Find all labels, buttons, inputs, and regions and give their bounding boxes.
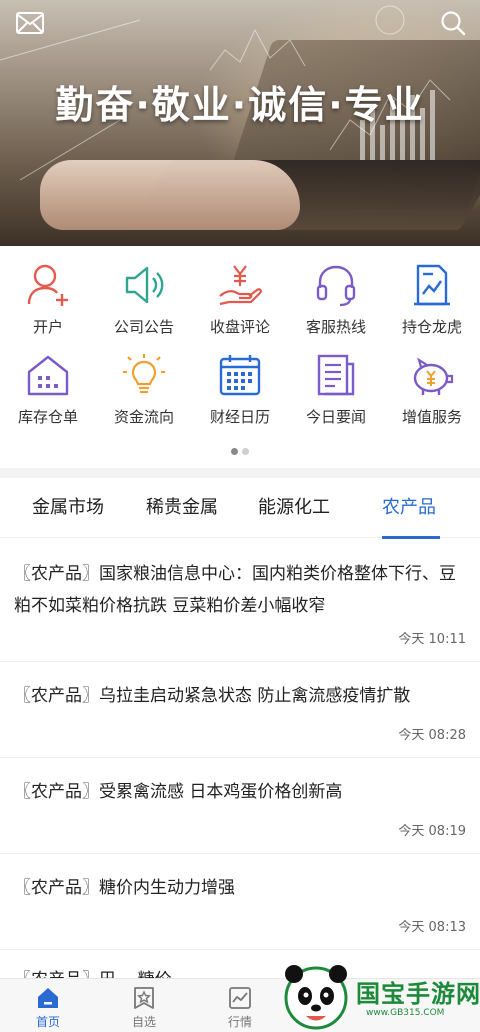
bulb-icon bbox=[123, 354, 165, 394]
news-time: 今天 08:13 bbox=[398, 920, 466, 935]
speaker-icon bbox=[125, 266, 164, 304]
user-add-icon bbox=[27, 264, 68, 306]
tabbar-label: 行情 bbox=[227, 1015, 252, 1029]
grid-item-value-added[interactable]: 增值服务 bbox=[384, 348, 480, 434]
news-time: 今天 08:19 bbox=[398, 824, 466, 839]
grid-item-label: 财经日历 bbox=[209, 408, 270, 426]
active-tab-indicator bbox=[382, 536, 440, 539]
section-divider bbox=[0, 468, 480, 478]
news-title: 〖农产品〗受累禽流感 日本鸡蛋价格创新高 bbox=[14, 782, 343, 802]
grid-item-label: 今日要闻 bbox=[305, 408, 366, 426]
news-item[interactable]: 〖农产品〗国家粮油信息中心：国内粕类价格整体下行、豆粕不如菜粕价格抗跌 豆菜粕价… bbox=[0, 540, 480, 662]
tab-energy-chemical[interactable]: 能源化工 bbox=[258, 478, 330, 538]
star-icon bbox=[134, 987, 154, 1009]
grid-item-label: 客服热线 bbox=[305, 318, 366, 336]
home-icon bbox=[38, 988, 58, 1008]
grid-item-label: 开户 bbox=[32, 318, 63, 336]
grid-item-inventory-receipt[interactable]: 库存仓单 bbox=[0, 348, 96, 434]
grid-item-label: 持仓龙虎 bbox=[401, 318, 462, 336]
hand-yen-icon bbox=[219, 265, 262, 306]
chart-doc-icon bbox=[414, 264, 450, 306]
grid-item-closing-review[interactable]: 收盘评论 bbox=[192, 258, 288, 344]
grid-item-capital-flow[interactable]: 资金流向 bbox=[96, 348, 192, 434]
tab-precious-metals[interactable]: 稀贵金属 bbox=[146, 478, 218, 538]
news-item[interactable]: 〖农产品〗受累禽流感 日本鸡蛋价格创新高 今天 08:19 bbox=[0, 758, 480, 854]
calendar-icon bbox=[219, 355, 261, 396]
grid-item-position-ranking[interactable]: 持仓龙虎 bbox=[384, 258, 480, 344]
tabbar-quotes[interactable]: 行情 bbox=[200, 979, 280, 1032]
mail-icon[interactable] bbox=[16, 12, 44, 34]
grid-item-label: 库存仓单 bbox=[17, 408, 78, 426]
news-title: 〖农产品〗国家粮油信息中心：国内粕类价格整体下行、豆粕不如菜粕价格抗跌 豆菜粕价… bbox=[14, 564, 456, 616]
tabbar-home[interactable]: 首页 bbox=[8, 979, 88, 1032]
warehouse-icon bbox=[27, 355, 69, 396]
category-tabs: 金属市场 稀贵金属 能源化工 农产品 bbox=[0, 478, 480, 538]
feature-grid-row: 库存仓单 资金流向 财经日历 今日要闻 增值服务 bbox=[0, 348, 480, 434]
tab-agricultural[interactable]: 农产品 bbox=[382, 478, 436, 538]
grid-page-indicator bbox=[0, 440, 480, 455]
chart-line-icon bbox=[229, 987, 251, 1009]
panda-logo-icon bbox=[284, 965, 348, 1030]
grid-item-company-notice[interactable]: 公司公告 bbox=[96, 258, 192, 344]
grid-item-label: 增值服务 bbox=[401, 408, 462, 426]
feature-grid-row: 开户 公司公告 收盘评论 客服热线 持仓龙虎 bbox=[0, 258, 480, 344]
grid-item-service-hotline[interactable]: 客服热线 bbox=[288, 258, 384, 344]
watermark: 国宝手游网 www.GB315.COM bbox=[280, 960, 480, 1032]
page-dot[interactable] bbox=[231, 448, 238, 455]
tabbar-label: 自选 bbox=[131, 1015, 156, 1029]
newspaper-icon bbox=[317, 354, 355, 396]
grid-item-label: 公司公告 bbox=[113, 318, 174, 336]
watermark-text: 国宝手游网 bbox=[356, 980, 480, 1008]
tab-metal-market[interactable]: 金属市场 bbox=[32, 478, 104, 538]
grid-item-today-news[interactable]: 今日要闻 bbox=[288, 348, 384, 434]
grid-item-label: 收盘评论 bbox=[209, 318, 270, 336]
news-item[interactable]: 〖农产品〗糖价内生动力增强 今天 08:13 bbox=[0, 854, 480, 950]
hero-banner[interactable]: 勤奋·敬业·诚信·专业 bbox=[0, 0, 480, 246]
banner-slogan: 勤奋·敬业·诚信·专业 bbox=[55, 83, 425, 127]
watermark-url: www.GB315.COM bbox=[366, 1008, 445, 1018]
news-item[interactable]: 〖农产品〗乌拉圭启动紧急状态 防止禽流感疫情扩散 今天 08:28 bbox=[0, 662, 480, 758]
tabbar-label: 首页 bbox=[35, 1015, 60, 1029]
news-time: 今天 10:11 bbox=[398, 632, 466, 647]
grid-item-label: 资金流向 bbox=[113, 408, 174, 426]
search-icon[interactable] bbox=[440, 10, 466, 36]
headset-icon bbox=[316, 265, 356, 307]
news-title: 〖农产品〗乌拉圭启动紧急状态 防止禽流感疫情扩散 bbox=[14, 686, 411, 706]
grid-item-open-account[interactable]: 开户 bbox=[0, 258, 96, 344]
grid-item-finance-calendar[interactable]: 财经日历 bbox=[192, 348, 288, 434]
news-title: 〖农产品〗糖价内生动力增强 bbox=[14, 878, 235, 898]
news-time: 今天 08:28 bbox=[398, 728, 466, 743]
piggy-yen-icon bbox=[413, 357, 454, 395]
tabbar-watchlist[interactable]: 自选 bbox=[104, 979, 184, 1032]
page-dot[interactable] bbox=[242, 448, 249, 455]
